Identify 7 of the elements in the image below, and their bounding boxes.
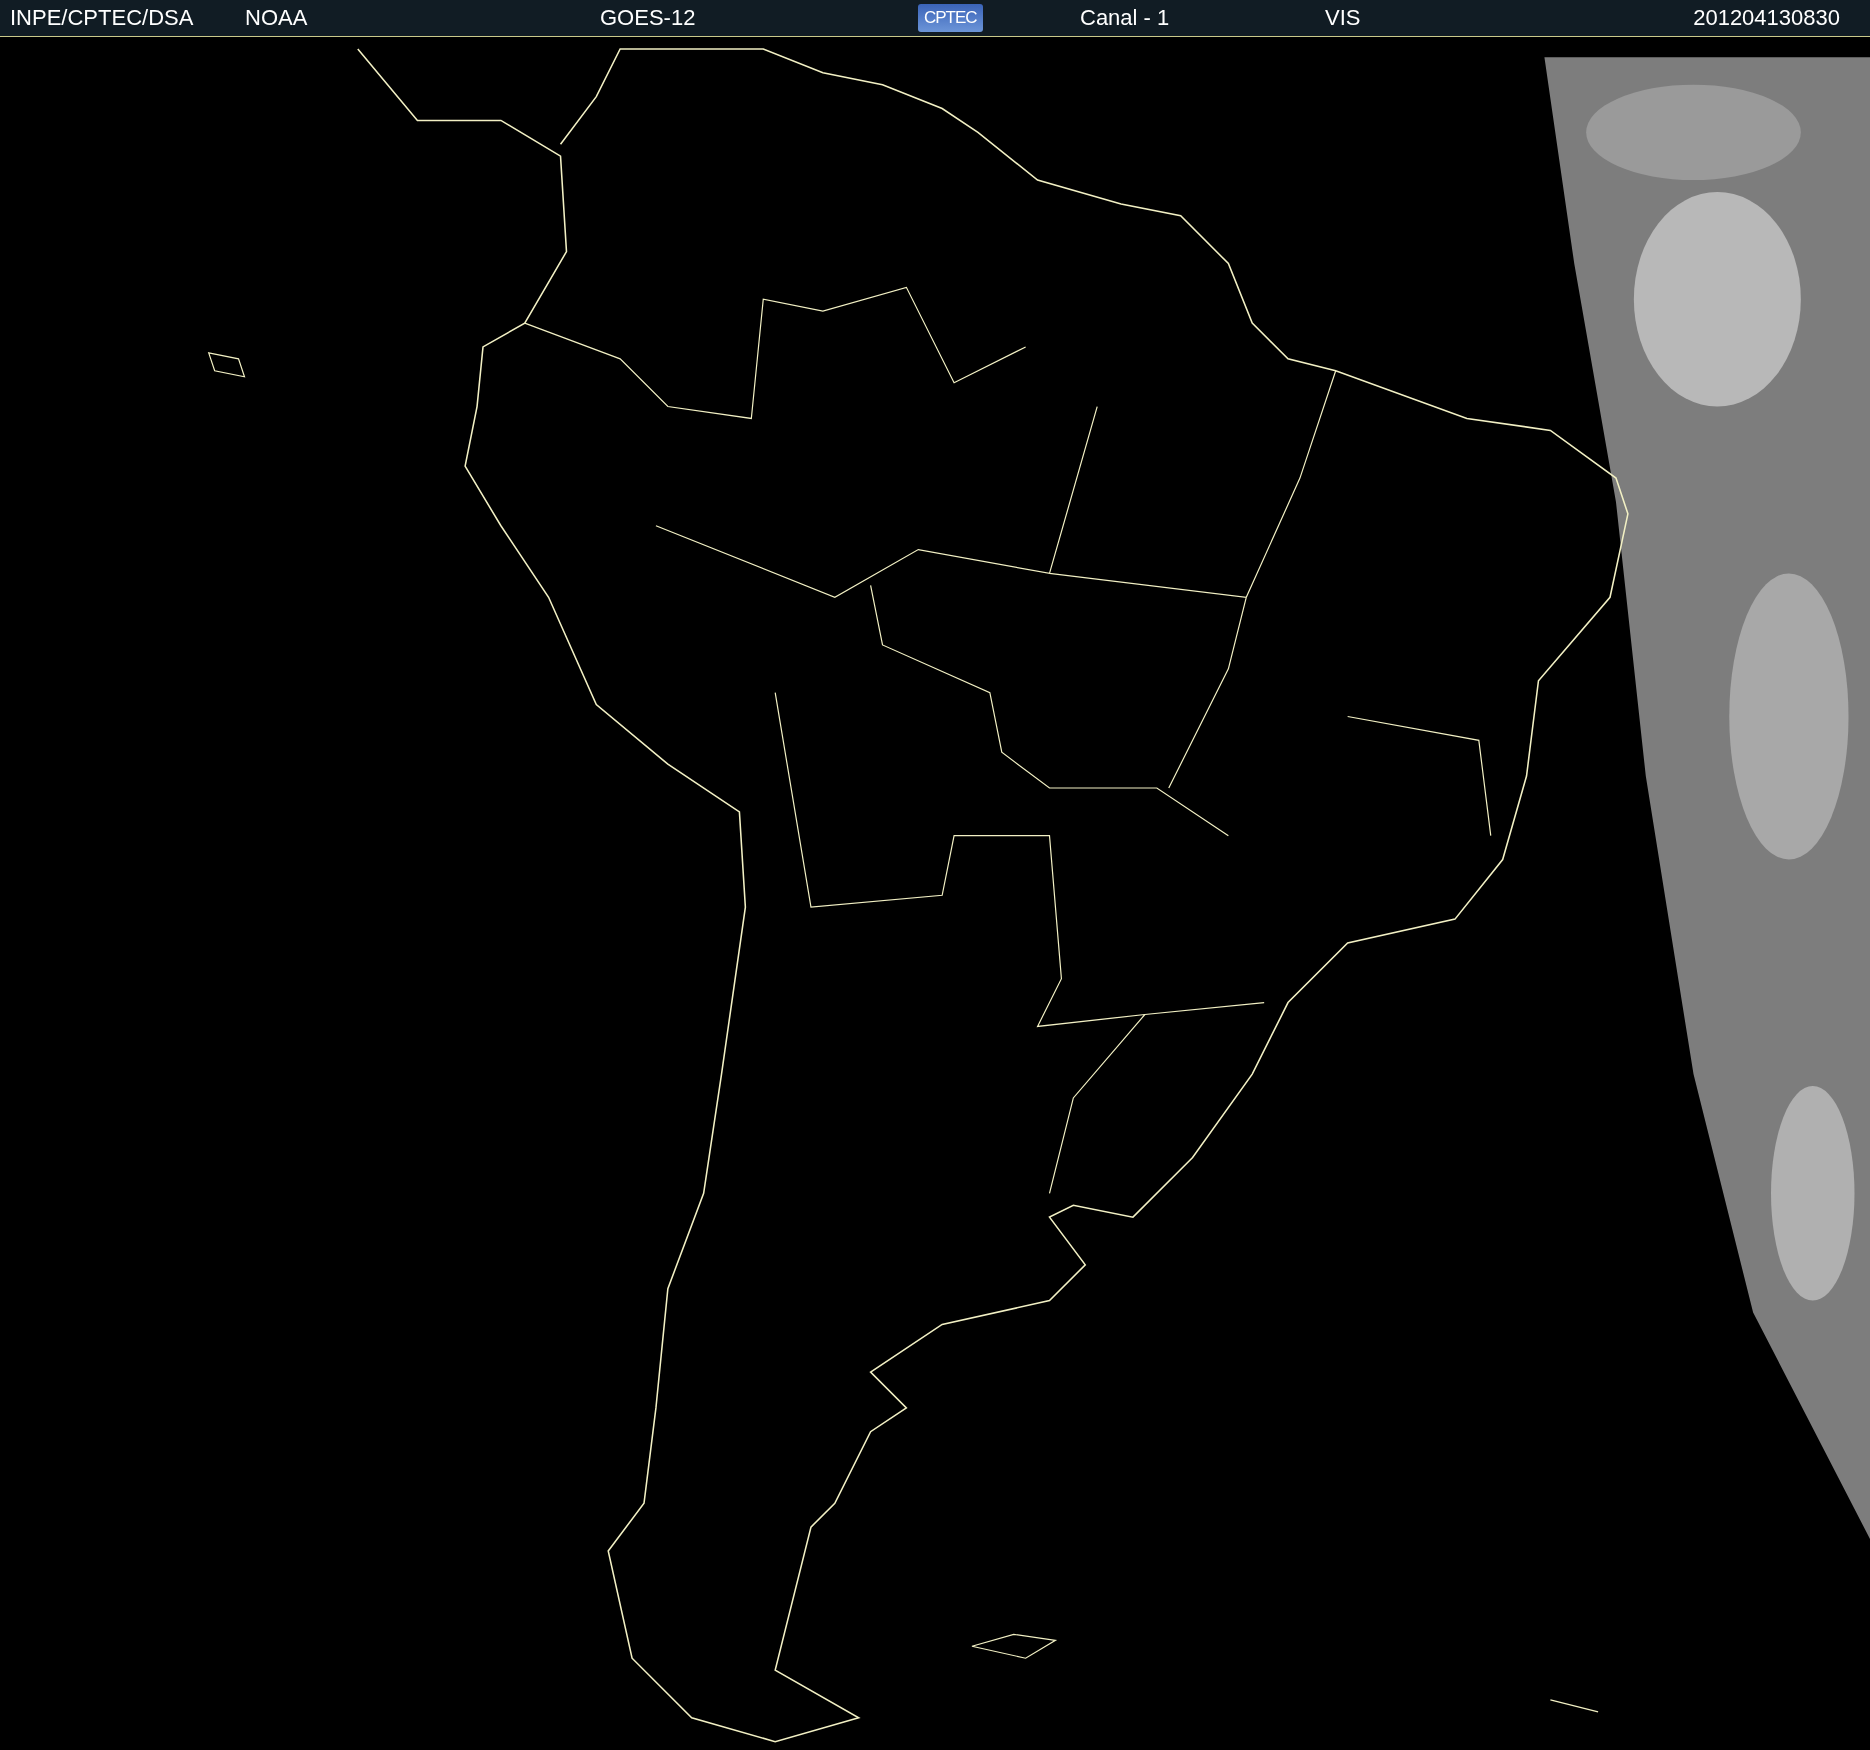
agency-label: NOAA [245, 5, 308, 31]
channel-label: Canal - 1 [1080, 5, 1170, 31]
band-label: VIS [1325, 5, 1361, 31]
timestamp-label: 201204130830 [1693, 5, 1840, 31]
logo: CPTEC [918, 4, 983, 32]
institution-label: INPE/CPTEC/DSA [10, 5, 194, 31]
satellite-label: GOES-12 [600, 5, 696, 31]
